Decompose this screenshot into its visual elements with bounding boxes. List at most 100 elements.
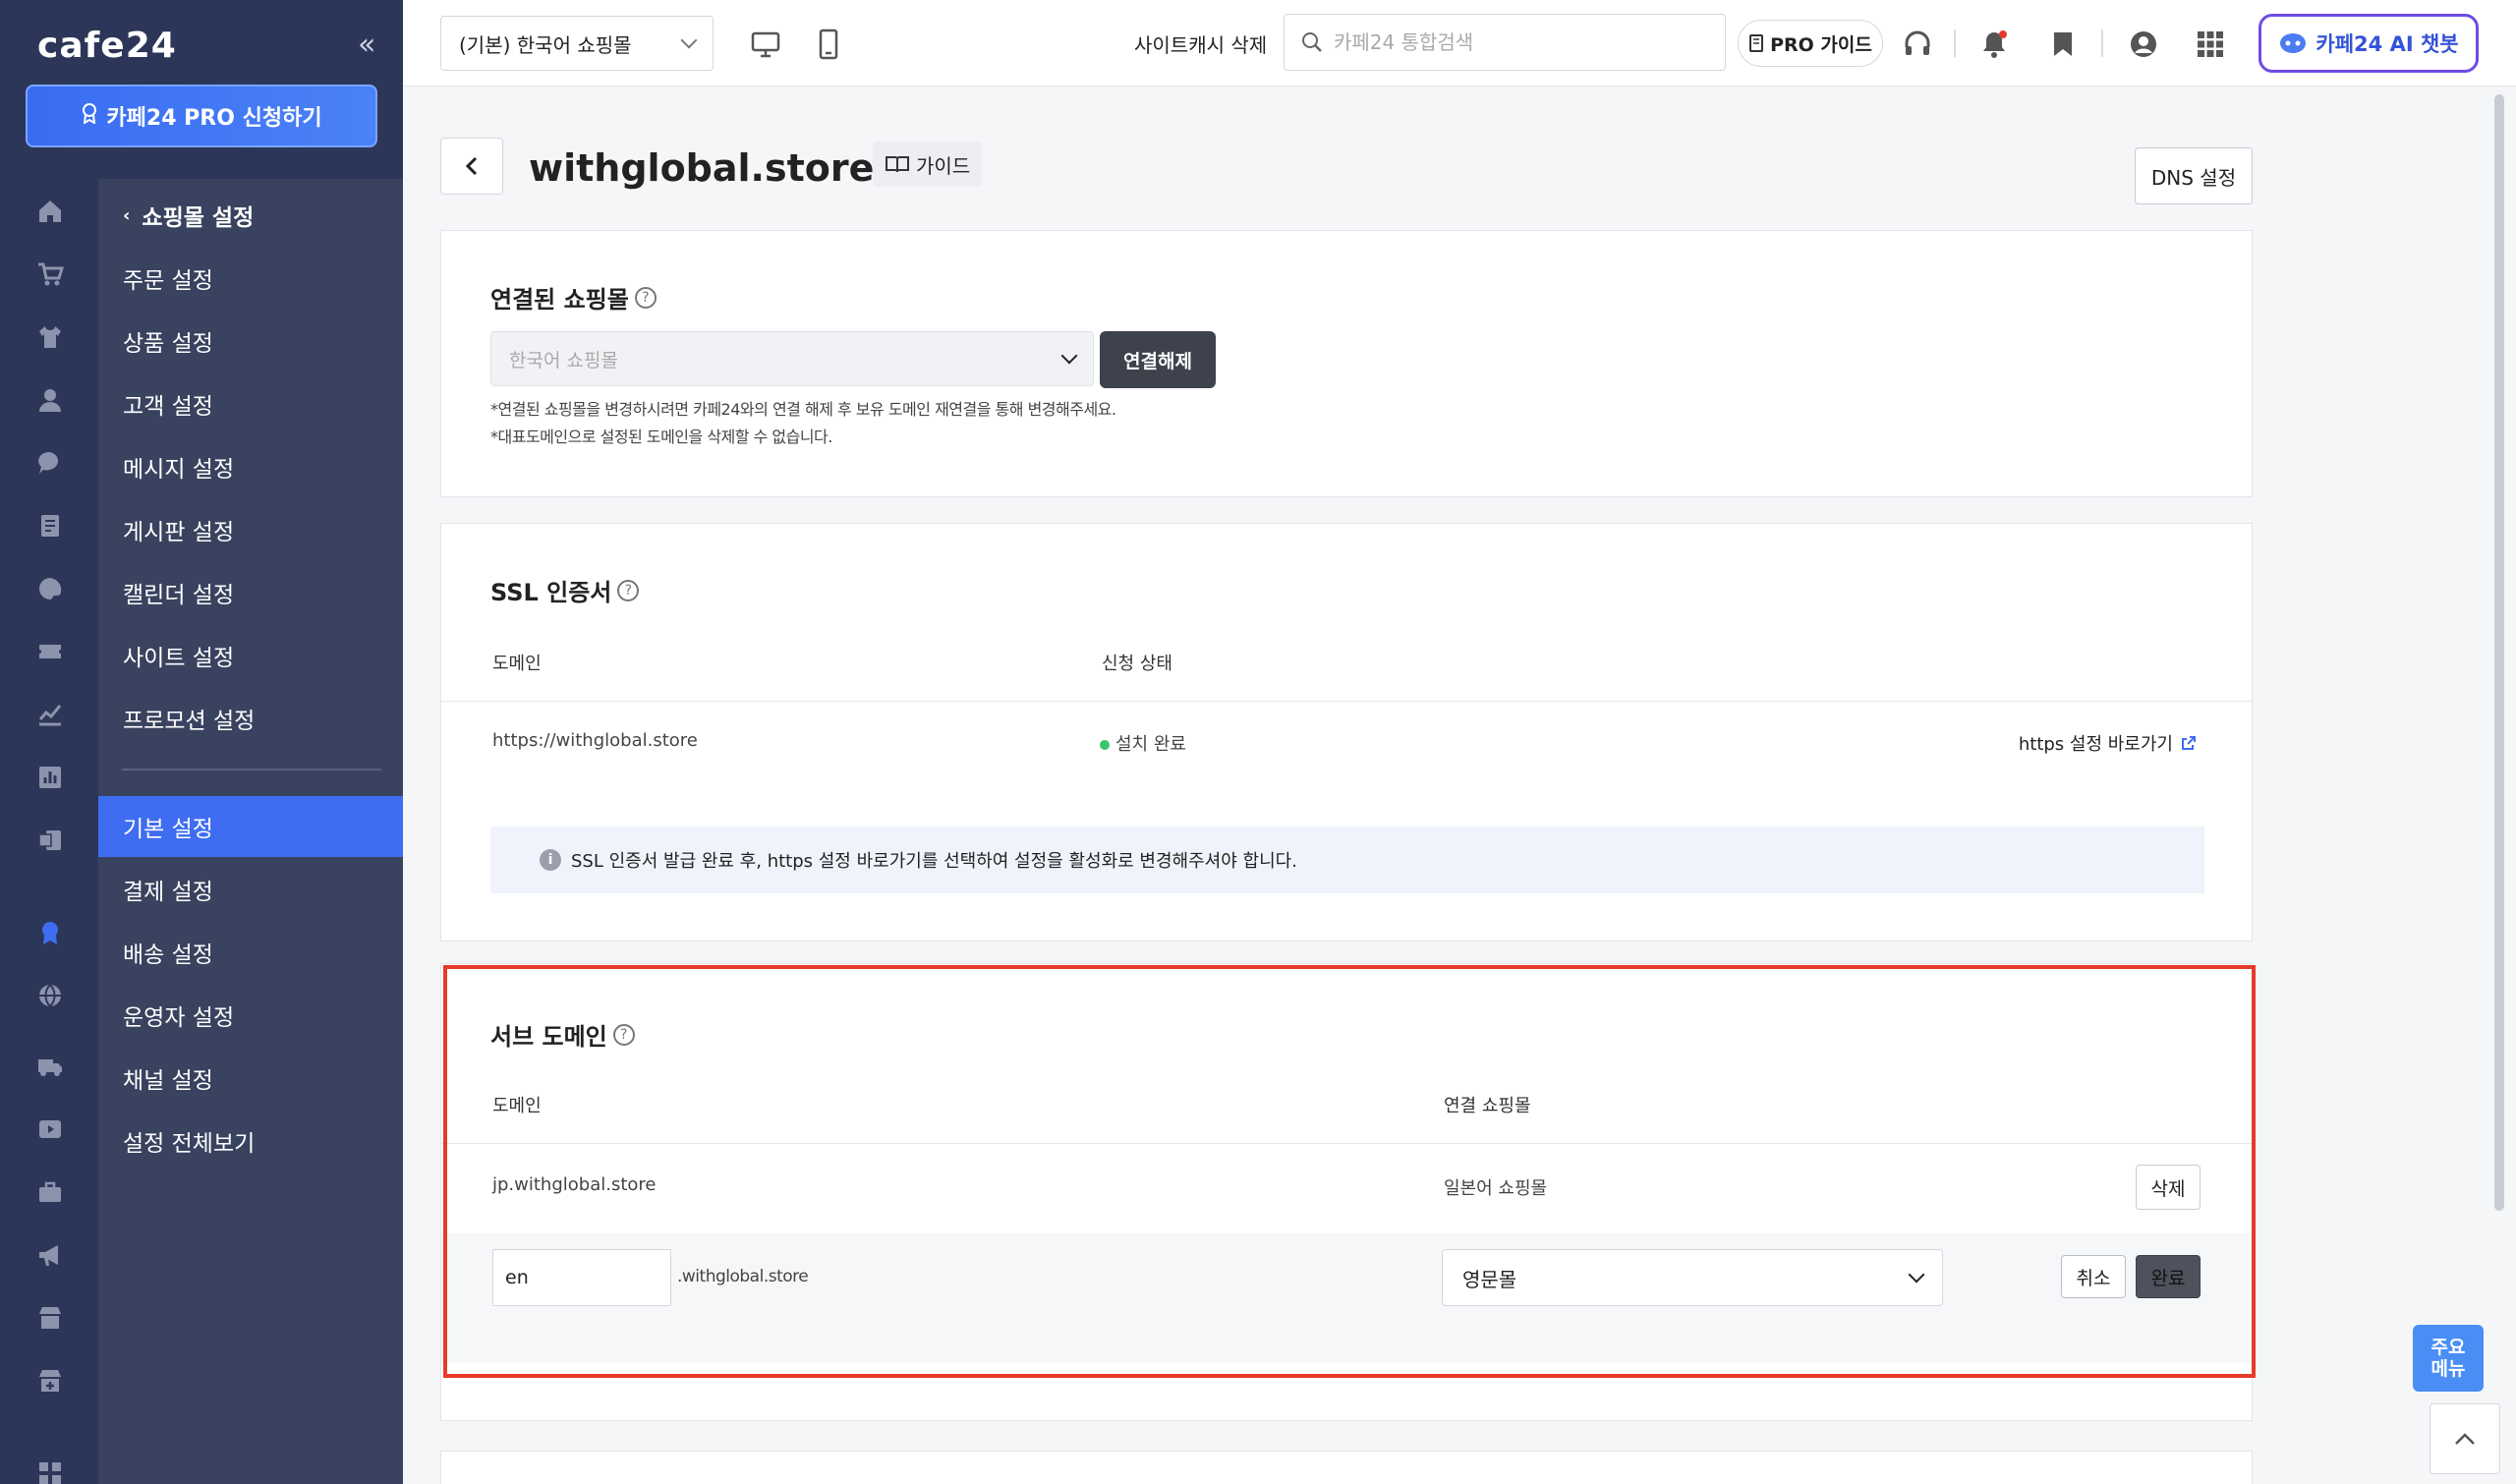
bell-icon[interactable] — [1977, 28, 2011, 61]
main-menu-button[interactable]: 주요 메뉴 — [2413, 1325, 2484, 1392]
briefcase-icon[interactable] — [35, 1177, 65, 1207]
palette-icon[interactable] — [35, 574, 65, 603]
connected-shop-select-value: 영문몰 — [1462, 1267, 1517, 1291]
sidebar-item[interactable]: 운영자 설정 — [98, 985, 403, 1046]
scroll-to-top-button[interactable] — [2430, 1403, 2500, 1474]
top-bar: (기본) 한국어 쇼핑몰 사이트캐시 삭제 PRO 가이드 카페24 AI 챗봇 — [403, 0, 2516, 86]
sidebar-item[interactable]: 상품 설정 — [98, 311, 403, 371]
connected-shop-select[interactable]: 영문몰 — [1442, 1249, 1943, 1306]
award-icon — [81, 102, 98, 130]
mobile-view-icon[interactable] — [812, 28, 845, 61]
sidebar-item[interactable]: 결제 설정 — [98, 859, 403, 920]
desktop-view-icon[interactable] — [749, 28, 782, 61]
table-divider — [441, 701, 2252, 702]
delete-button[interactable]: 삭제 — [2136, 1165, 2201, 1210]
sidebar-item[interactable]: 배송 설정 — [98, 922, 403, 983]
ai-chatbot-button[interactable]: 카페24 AI 챗봇 — [2259, 14, 2479, 73]
account-icon[interactable] — [2127, 28, 2160, 61]
back-button[interactable] — [440, 138, 503, 195]
video-icon[interactable] — [35, 1114, 65, 1144]
linked-shop-card: 연결된 쇼핑몰 ? 한국어 쇼핑몰 연결해제 *연결된 쇼핑몰을 변경하시려면 … — [440, 230, 2253, 497]
ssl-card: SSL 인증서 ? 도메인 신청 상태 https://withglobal.s… — [440, 523, 2253, 942]
sidebar-item[interactable]: 사이트 설정 — [98, 625, 403, 686]
shop-select[interactable]: (기본) 한국어 쇼핑몰 — [440, 16, 714, 71]
status-dot — [1100, 740, 1110, 750]
grid-icon[interactable] — [35, 1458, 65, 1484]
sidebar-item[interactable]: 게시판 설정 — [98, 499, 403, 560]
https-settings-link[interactable]: https 설정 바로가기 — [2019, 730, 2197, 756]
help-icon[interactable]: ? — [612, 1023, 635, 1046]
scrollbar-thumb[interactable] — [2494, 94, 2504, 1211]
topbar-separator — [1954, 29, 1956, 57]
ssl-title: SSL 인증서 — [490, 579, 612, 606]
info-icon: i — [540, 849, 561, 871]
search-input[interactable] — [1334, 30, 1707, 54]
chat-icon[interactable] — [35, 448, 65, 478]
ssl-col-status: 신청 상태 — [1102, 654, 1172, 674]
ai-chatbot-label: 카페24 AI 챗봇 — [2316, 32, 2459, 56]
sidebar-item[interactable]: 캘린더 설정 — [98, 562, 403, 623]
home-icon[interactable] — [35, 197, 65, 226]
cancel-button[interactable]: 취소 — [2061, 1255, 2126, 1298]
cafe24-logo[interactable]: cafe24 — [37, 26, 177, 66]
https-link-label: https 설정 바로가기 — [2018, 734, 2173, 755]
sidebar-header: cafe24 « 카페24 PRO 신청하기 — [0, 0, 403, 179]
award-icon[interactable] — [35, 918, 65, 947]
subdomain-row-domain: jp.withglobal.store — [492, 1174, 657, 1195]
sidebar-item[interactable]: 채널 설정 — [98, 1048, 403, 1109]
linked-shop-select: 한국어 쇼핑몰 — [490, 331, 1094, 386]
linked-shop-note-1: *연결된 쇼핑몰을 변경하시려면 카페24와의 연결 해제 후 보유 도메인 재… — [490, 400, 1116, 419]
chevron-down-icon — [1060, 347, 1078, 365]
book-icon — [1749, 34, 1764, 52]
globe-icon[interactable] — [35, 981, 65, 1010]
chevron-left-icon: ‹ — [123, 204, 131, 226]
headset-icon[interactable] — [1901, 28, 1934, 61]
apps-grid-icon[interactable] — [2194, 28, 2227, 61]
sidebar-item[interactable]: 프로모션 설정 — [98, 688, 403, 749]
truck-icon[interactable] — [35, 1052, 65, 1081]
ssl-row-status: 설치 완료 — [1100, 730, 1186, 756]
pro-apply-button[interactable]: 카페24 PRO 신청하기 — [26, 85, 377, 147]
board-icon[interactable] — [35, 511, 65, 541]
guide-button[interactable]: 가이드 — [873, 142, 983, 187]
store-icon[interactable] — [35, 1303, 65, 1333]
chevron-up-icon — [2455, 1433, 2475, 1445]
sidebar-divider — [122, 769, 381, 771]
scrollbar[interactable] — [2492, 94, 2506, 1211]
dns-settings-button[interactable]: DNS 설정 — [2135, 147, 2253, 204]
shirt-icon[interactable] — [35, 322, 65, 352]
help-icon[interactable]: ? — [634, 286, 657, 309]
main-menu-label: 주요 메뉴 — [2430, 1337, 2466, 1380]
global-search[interactable] — [1284, 14, 1726, 71]
sidebar-item[interactable]: 고객 설정 — [98, 373, 403, 434]
bookmark-icon[interactable] — [2046, 28, 2080, 61]
subdomain-col-shop: 연결 쇼핑몰 — [1444, 1096, 1531, 1116]
collapse-sidebar-icon[interactable]: « — [358, 28, 375, 62]
user-icon[interactable] — [35, 385, 65, 415]
sidebar-item[interactable]: 기본 설정 — [98, 796, 403, 857]
coupon-icon[interactable] — [35, 637, 65, 666]
excel-icon[interactable] — [35, 826, 65, 855]
sidebar-item[interactable]: 설정 전체보기 — [98, 1111, 403, 1171]
sidebar-item[interactable]: 메시지 설정 — [98, 436, 403, 497]
subdomain-suffix: .withglobal.store — [677, 1267, 809, 1286]
done-button[interactable]: 완료 — [2136, 1255, 2201, 1298]
site-cache-delete-link[interactable]: 사이트캐시 삭제 — [1134, 29, 1267, 58]
ssl-col-domain: 도메인 — [492, 654, 542, 674]
stats-icon[interactable] — [35, 763, 65, 792]
linked-shop-heading: 연결된 쇼핑몰 ? — [490, 280, 657, 314]
megaphone-icon[interactable] — [35, 1240, 65, 1270]
cart-icon[interactable] — [35, 259, 65, 289]
sidebar-back-shop-settings[interactable]: ‹ 쇼핑몰 설정 — [98, 185, 403, 246]
icon-rail — [0, 0, 98, 1484]
subdomain-input[interactable] — [492, 1249, 671, 1306]
sidebar-item[interactable]: 주문 설정 — [98, 248, 403, 309]
pro-guide-button[interactable]: PRO 가이드 — [1738, 20, 1883, 67]
help-icon[interactable]: ? — [617, 579, 640, 601]
store-add-icon[interactable] — [35, 1366, 65, 1396]
disconnect-button[interactable]: 연결해제 — [1100, 331, 1216, 388]
search-icon — [1302, 32, 1322, 52]
chart-icon[interactable] — [35, 700, 65, 729]
subdomain-col-domain: 도메인 — [492, 1096, 542, 1116]
shop-select-value: (기본) 한국어 쇼핑몰 — [459, 32, 632, 57]
